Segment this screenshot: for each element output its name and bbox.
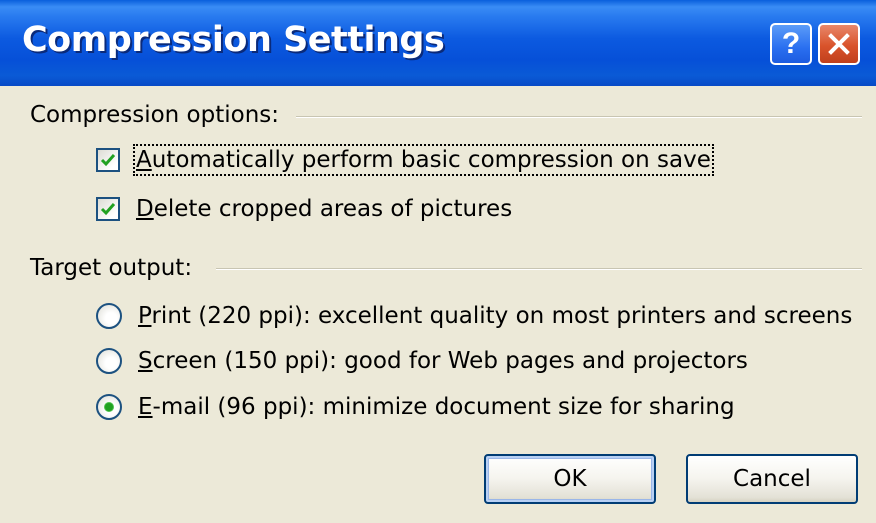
- screen-option-row[interactable]: Screen (150 ppi): good for Web pages and…: [96, 348, 748, 374]
- print-option-row[interactable]: Print (220 ppi): excellent quality on mo…: [96, 303, 852, 329]
- compression-settings-dialog: Compression Settings ? Compression optio…: [0, 0, 876, 523]
- close-button[interactable]: [818, 23, 860, 65]
- help-icon: ?: [781, 27, 801, 60]
- compression-options-divider: [296, 116, 862, 118]
- delete-cropped-row[interactable]: Delete cropped areas of pictures: [96, 196, 512, 222]
- screen-option-label[interactable]: Screen (150 ppi): good for Web pages and…: [138, 348, 748, 374]
- target-output-label: Target output:: [30, 255, 193, 281]
- dialog-title: Compression Settings: [22, 20, 445, 60]
- auto-compress-row[interactable]: Automatically perform basic compression …: [96, 144, 714, 176]
- print-radio[interactable]: [96, 303, 122, 329]
- cancel-button[interactable]: Cancel: [686, 454, 858, 504]
- delete-cropped-checkbox[interactable]: [96, 197, 120, 221]
- compression-options-label: Compression options:: [30, 102, 280, 128]
- title-bar[interactable]: Compression Settings ?: [0, 0, 876, 86]
- email-option-row[interactable]: E-mail (96 ppi): minimize document size …: [96, 394, 735, 420]
- print-option-label[interactable]: Print (220 ppi): excellent quality on mo…: [138, 303, 852, 329]
- email-radio[interactable]: [96, 394, 122, 420]
- checkmark-icon: [100, 154, 116, 167]
- delete-cropped-label[interactable]: Delete cropped areas of pictures: [136, 196, 512, 222]
- target-output-divider: [216, 268, 862, 270]
- auto-compress-label[interactable]: Automatically perform basic compression …: [133, 144, 714, 176]
- radio-selected-dot: [105, 403, 113, 411]
- screen-radio[interactable]: [96, 348, 122, 374]
- checkmark-icon: [100, 203, 116, 216]
- email-option-label[interactable]: E-mail (96 ppi): minimize document size …: [138, 394, 735, 420]
- auto-compress-checkbox[interactable]: [96, 148, 120, 172]
- ok-button[interactable]: OK: [484, 454, 656, 504]
- help-button[interactable]: ?: [770, 23, 812, 65]
- close-icon: [828, 33, 850, 55]
